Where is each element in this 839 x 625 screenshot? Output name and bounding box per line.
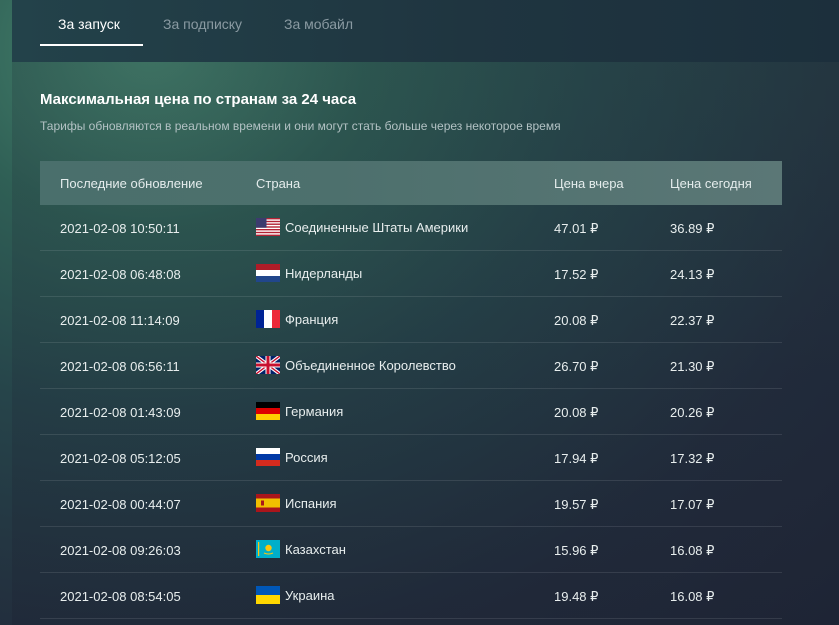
cell-country: Германия [256, 402, 343, 420]
cell-price-yesterday: 19.48 ₽ [554, 589, 599, 604]
cell-updated: 2021-02-08 08:54:05 [60, 589, 181, 604]
cell-price-today: 36.89 ₽ [670, 221, 715, 236]
country-name: Испания [285, 495, 337, 511]
header-country: Страна [256, 176, 301, 191]
table-row: 2021-02-08 00:44:07 Испания 19.57 ₽ 17.0… [40, 481, 782, 527]
cell-price-yesterday: 20.08 ₽ [554, 313, 599, 328]
country-name: Объединенное Королевство [285, 357, 456, 373]
gb-flag-icon [256, 356, 280, 374]
table-row: 2021-02-08 09:26:03 Казахстан 15.96 ₽ 16… [40, 527, 782, 573]
country-name: Франция [285, 311, 339, 327]
cell-country: Объединенное Королевство [256, 356, 456, 374]
ru-flag-icon [256, 448, 280, 466]
cell-price-today: 17.32 ₽ [670, 451, 715, 466]
table-row: 2021-02-08 10:50:11 Соединенные Штаты Ам… [40, 205, 782, 251]
cell-price-today: 20.26 ₽ [670, 405, 715, 420]
table-row: 2021-02-08 05:12:05 Россия 17.94 ₽ 17.32… [40, 435, 782, 481]
nl-flag-icon [256, 264, 280, 282]
cell-country: Соединенные Штаты Америки [256, 218, 468, 236]
header-last-update: Последние обновление [60, 176, 203, 191]
cell-country: Россия [256, 448, 328, 466]
de-flag-icon [256, 402, 280, 420]
country-name: Украина [285, 587, 335, 603]
cell-country: Испания [256, 494, 337, 512]
cell-price-today: 21.30 ₽ [670, 359, 715, 374]
table-row: 2021-02-08 11:14:09 Франция 20.08 ₽ 22.3… [40, 297, 782, 343]
ua-flag-icon [256, 586, 280, 604]
tab-launch[interactable]: За запуск [58, 16, 120, 32]
header-price-yesterday: Цена вчера [554, 176, 624, 191]
cell-price-yesterday: 15.96 ₽ [554, 543, 599, 558]
tab-subscription[interactable]: За подписку [163, 16, 242, 32]
cell-price-yesterday: 19.57 ₽ [554, 497, 599, 512]
active-tab-indicator [40, 44, 143, 46]
cell-country: Франция [256, 310, 338, 328]
cell-price-today: 17.07 ₽ [670, 497, 715, 512]
us-flag-icon [256, 218, 280, 236]
section-subtitle: Тарифы обновляются в реальном времени и … [40, 119, 561, 133]
cell-price-yesterday: 26.70 ₽ [554, 359, 599, 374]
cell-country: Нидерланды [256, 264, 362, 282]
cell-price-yesterday: 20.08 ₽ [554, 405, 599, 420]
table-row: 2021-02-08 06:56:11 Объединенное Королев… [40, 343, 782, 389]
cell-price-yesterday: 17.52 ₽ [554, 267, 599, 282]
cell-updated: 2021-02-08 10:50:11 [60, 221, 180, 236]
cell-price-today: 24.13 ₽ [670, 267, 715, 282]
table-header: Последние обновление Страна Цена вчера Ц… [40, 161, 782, 205]
country-name: Германия [285, 403, 344, 419]
kz-flag-icon [256, 540, 280, 558]
price-table: Последние обновление Страна Цена вчера Ц… [40, 161, 782, 619]
table-row: 2021-02-08 08:54:05 Украина 19.48 ₽ 16.0… [40, 573, 782, 619]
cell-updated: 2021-02-08 01:43:09 [60, 405, 181, 420]
tab-bar: За запуск За подписку За мобайл [12, 0, 839, 62]
table-row: 2021-02-08 06:48:08 Нидерланды 17.52 ₽ 2… [40, 251, 782, 297]
fr-flag-icon [256, 310, 280, 328]
tab-mobile[interactable]: За мобайл [284, 16, 353, 32]
es-flag-icon [256, 494, 280, 512]
cell-price-yesterday: 47.01 ₽ [554, 221, 599, 236]
cell-updated: 2021-02-08 05:12:05 [60, 451, 181, 466]
country-name: Соединенные Штаты Америки [285, 219, 469, 235]
cell-price-today: 16.08 ₽ [670, 589, 715, 604]
cell-updated: 2021-02-08 11:14:09 [60, 313, 180, 328]
cell-country: Украина [256, 586, 335, 604]
cell-updated: 2021-02-08 06:56:11 [60, 359, 180, 374]
cell-updated: 2021-02-08 06:48:08 [60, 267, 181, 282]
content-panel: За запуск За подписку За мобайл Максимал… [12, 0, 839, 625]
country-name: Казахстан [285, 541, 346, 557]
cell-updated: 2021-02-08 00:44:07 [60, 497, 181, 512]
table-body: 2021-02-08 10:50:11 Соединенные Штаты Ам… [40, 205, 782, 619]
cell-price-yesterday: 17.94 ₽ [554, 451, 599, 466]
cell-country: Казахстан [256, 540, 346, 558]
table-row: 2021-02-08 01:43:09 Германия 20.08 ₽ 20.… [40, 389, 782, 435]
cell-updated: 2021-02-08 09:26:03 [60, 543, 181, 558]
header-price-today: Цена сегодня [670, 176, 752, 191]
section-title: Максимальная цена по странам за 24 часа [40, 91, 357, 108]
cell-price-today: 16.08 ₽ [670, 543, 715, 558]
cell-price-today: 22.37 ₽ [670, 313, 715, 328]
country-name: Россия [285, 449, 328, 465]
country-name: Нидерланды [285, 265, 363, 281]
